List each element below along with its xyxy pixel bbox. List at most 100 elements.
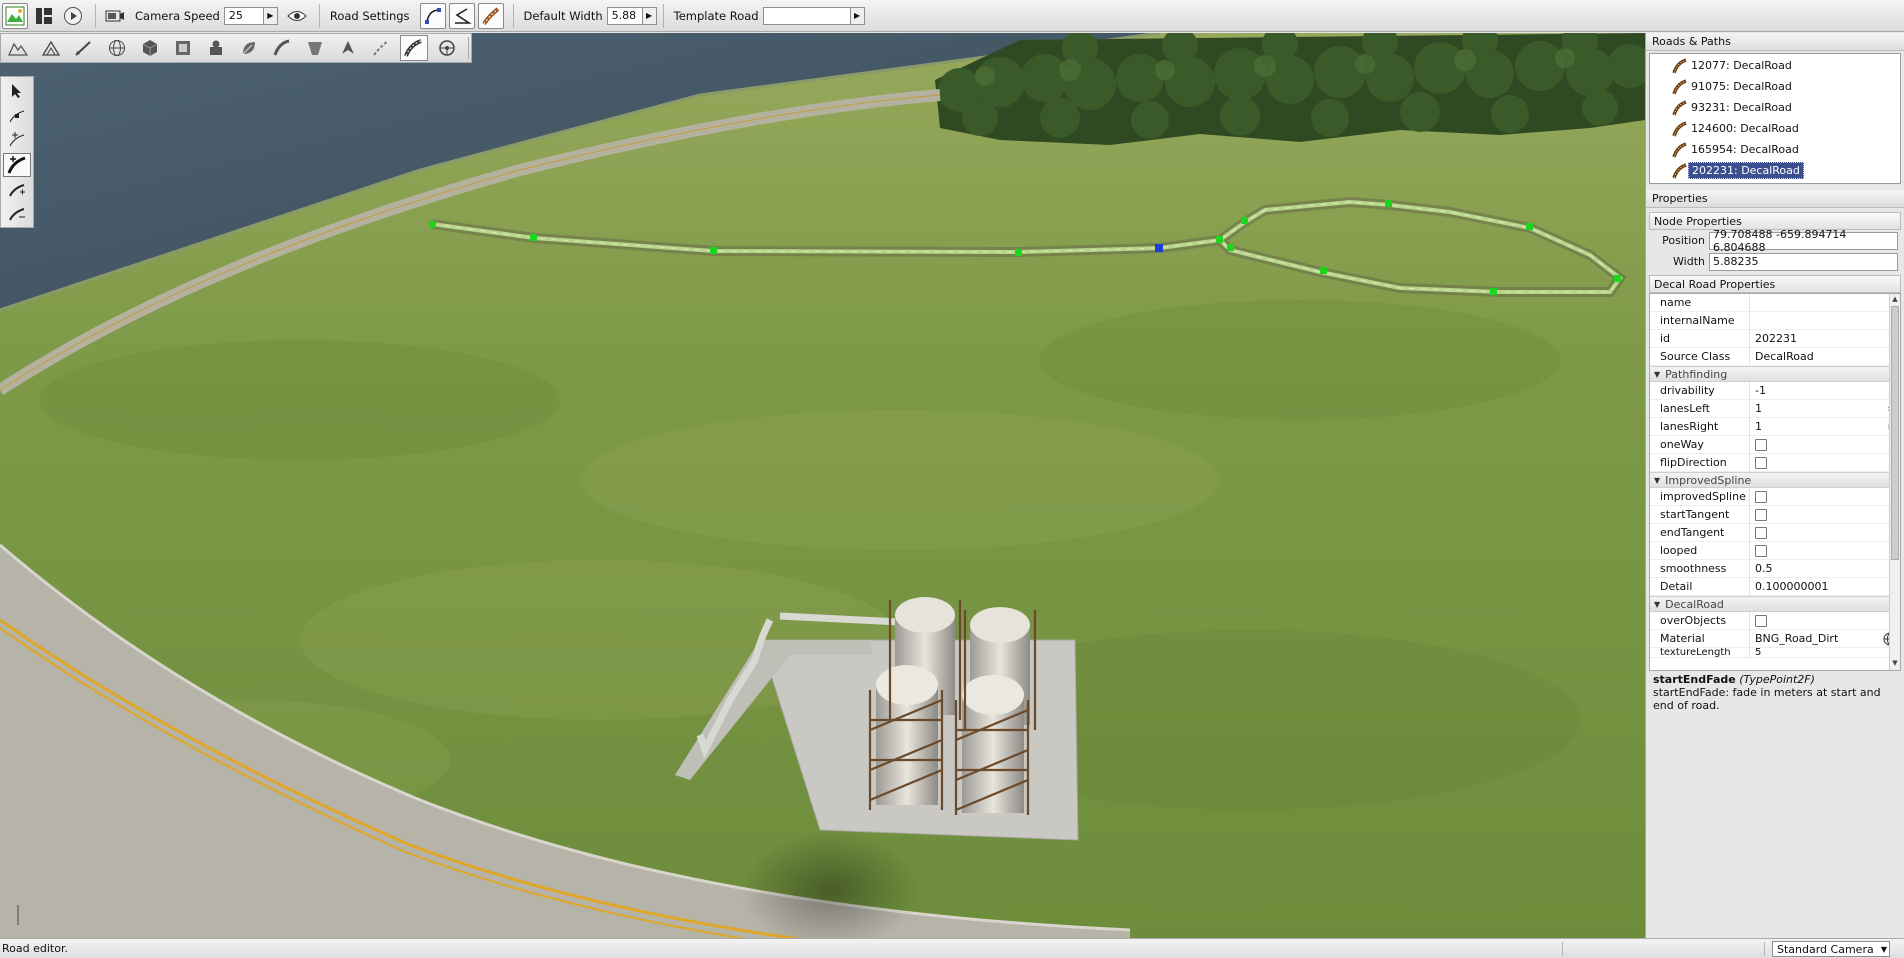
tree-item-124600[interactable]: 124600: DecalRoad	[1650, 118, 1900, 139]
add-node-tool[interactable]	[3, 128, 31, 152]
roads-tree[interactable]: 12077: DecalRoad 91075: DecalRoad 93231:…	[1649, 53, 1901, 184]
improved-spline-checkbox[interactable]	[1755, 490, 1767, 503]
create-road-tool[interactable]	[3, 153, 31, 177]
default-width-arrow[interactable]: ▶	[642, 6, 657, 25]
terrain-paint-tool[interactable]	[4, 35, 32, 61]
camera-speed-arrow[interactable]: ▶	[263, 6, 278, 25]
navigation-icon	[342, 41, 354, 54]
width-input[interactable]: 5.88235	[1709, 252, 1898, 271]
prop-value[interactable]: 1	[1755, 420, 1762, 433]
camera-mode-select[interactable]: Standard Camera ▼	[1772, 941, 1890, 957]
default-width-input[interactable]: 5.88	[606, 6, 643, 25]
scroll-down-icon[interactable]: ▼	[1890, 659, 1900, 669]
template-road-arrow[interactable]: ▶	[850, 6, 865, 25]
tree-item-165954[interactable]: 165954: DecalRoad	[1650, 139, 1900, 160]
mesh-road-tool[interactable]	[268, 35, 296, 61]
group-decal-road[interactable]: ▼ DecalRoad	[1650, 596, 1900, 612]
scroll-up-icon[interactable]: ▲	[1890, 295, 1900, 305]
camera-speed-input[interactable]: 25	[223, 6, 264, 25]
terrain-sculpt-tool[interactable]	[37, 35, 65, 61]
property-grid-scrollbar[interactable]: ▲ ▼	[1889, 294, 1900, 670]
camera-button[interactable]	[102, 3, 128, 29]
prop-row-start-tangent[interactable]: startTangent	[1650, 506, 1900, 524]
prop-row-over-objects[interactable]: overObjects	[1650, 612, 1900, 630]
scrollbar-thumb[interactable]	[1891, 306, 1899, 560]
forest-tool[interactable]	[235, 35, 263, 61]
default-width-label: Default Width	[523, 8, 603, 23]
road-shape-button[interactable]	[448, 2, 475, 29]
group-improved-spline[interactable]: ▼ ImprovedSpline	[1650, 472, 1900, 488]
mesh-tool[interactable]	[202, 35, 230, 61]
road-tools-strip	[0, 76, 34, 228]
insert-node-tool[interactable]	[3, 178, 31, 202]
prop-row-detail[interactable]: Detail 0.100000001	[1650, 578, 1900, 596]
start-tangent-checkbox[interactable]	[1755, 508, 1767, 521]
flip-direction-checkbox[interactable]	[1755, 456, 1767, 469]
one-way-checkbox[interactable]	[1755, 438, 1767, 451]
prop-row-smoothness[interactable]: smoothness 0.5	[1650, 560, 1900, 578]
prop-value[interactable]	[1750, 312, 1900, 329]
visibility-button[interactable]	[284, 3, 310, 29]
prop-key: Material	[1650, 630, 1750, 647]
group-pathfinding[interactable]: ▼ Pathfinding	[1650, 366, 1900, 382]
tree-item-93231[interactable]: 93231: DecalRoad	[1650, 97, 1900, 118]
decal-road-button[interactable]	[477, 2, 504, 29]
prop-row-internal-name[interactable]: internalName	[1650, 312, 1900, 330]
river-tool[interactable]	[301, 35, 329, 61]
tree-item-91075[interactable]: 91075: DecalRoad	[1650, 76, 1900, 97]
prop-value[interactable]: 1	[1755, 402, 1762, 415]
prop-value[interactable]: -1	[1750, 382, 1900, 399]
prop-row-name[interactable]: name	[1650, 294, 1900, 312]
prop-row-one-way[interactable]: oneWay	[1650, 436, 1900, 454]
end-tangent-checkbox[interactable]	[1755, 526, 1767, 539]
looped-checkbox[interactable]	[1755, 544, 1767, 557]
brush-tool[interactable]	[70, 35, 98, 61]
road-editor-tool[interactable]	[400, 35, 428, 61]
prop-row-material[interactable]: Material BNG_Road_Dirt	[1650, 630, 1900, 648]
prop-row-lanes-left[interactable]: lanesLeft1▲▼	[1650, 400, 1900, 418]
node-edit-mode-button[interactable]	[419, 2, 446, 29]
play-button[interactable]	[60, 3, 86, 29]
prop-value[interactable]	[1750, 294, 1900, 311]
property-grid[interactable]: name internalName id 202231 Source Class D…	[1649, 293, 1901, 671]
vehicle-tool[interactable]	[433, 35, 461, 61]
road-icon	[1672, 141, 1687, 158]
prop-key: id	[1650, 330, 1750, 347]
prop-row-id[interactable]: id 202231	[1650, 330, 1900, 348]
prop-key: name	[1650, 294, 1750, 311]
world-editor-button[interactable]	[2, 2, 28, 29]
decal-tool[interactable]	[169, 35, 197, 61]
prop-row-lanes-right[interactable]: lanesRight1▲▼	[1650, 418, 1900, 436]
prop-row-looped[interactable]: looped	[1650, 542, 1900, 560]
path-icon	[373, 40, 389, 56]
select-tool[interactable]	[3, 79, 31, 103]
prop-key: lanesLeft	[1650, 400, 1750, 417]
move-node-tool[interactable]	[3, 104, 31, 128]
prop-row-flip-direction[interactable]: flipDirection	[1650, 454, 1900, 472]
globe-tool[interactable]	[103, 35, 131, 61]
over-objects-checkbox[interactable]	[1755, 614, 1767, 627]
prop-row-improved-spline[interactable]: improvedSpline	[1650, 488, 1900, 506]
remove-node-tool[interactable]	[3, 202, 31, 226]
prop-value[interactable]: 0.5	[1750, 560, 1900, 577]
prop-row-drivability[interactable]: drivability -1	[1650, 382, 1900, 400]
path-tool[interactable]	[367, 35, 395, 61]
brush-icon	[75, 41, 91, 56]
position-input[interactable]: 79.708488 -659.894714 6.804688	[1709, 228, 1898, 254]
create-road-icon	[7, 155, 26, 174]
template-road-input[interactable]	[762, 6, 851, 25]
tree-item-202231[interactable]: 202231: DecalRoad	[1650, 160, 1900, 181]
prop-row-end-tangent[interactable]: endTangent	[1650, 524, 1900, 542]
prop-row-texture-length[interactable]: textureLength 5	[1650, 648, 1900, 658]
prop-value[interactable]: 5	[1750, 648, 1900, 657]
prop-value[interactable]: 0.100000001	[1750, 578, 1900, 595]
prop-value[interactable]: BNG_Road_Dirt	[1755, 632, 1838, 645]
tree-item-12077[interactable]: 12077: DecalRoad	[1650, 55, 1900, 76]
prop-row-source-class[interactable]: Source Class DecalRoad	[1650, 348, 1900, 366]
3d-viewport[interactable]	[0, 33, 1645, 938]
navigation-tool[interactable]	[334, 35, 362, 61]
object-tool[interactable]	[136, 35, 164, 61]
status-divider	[1764, 942, 1765, 956]
panel-layout-button[interactable]	[31, 3, 57, 29]
prop-key: overObjects	[1650, 612, 1750, 629]
